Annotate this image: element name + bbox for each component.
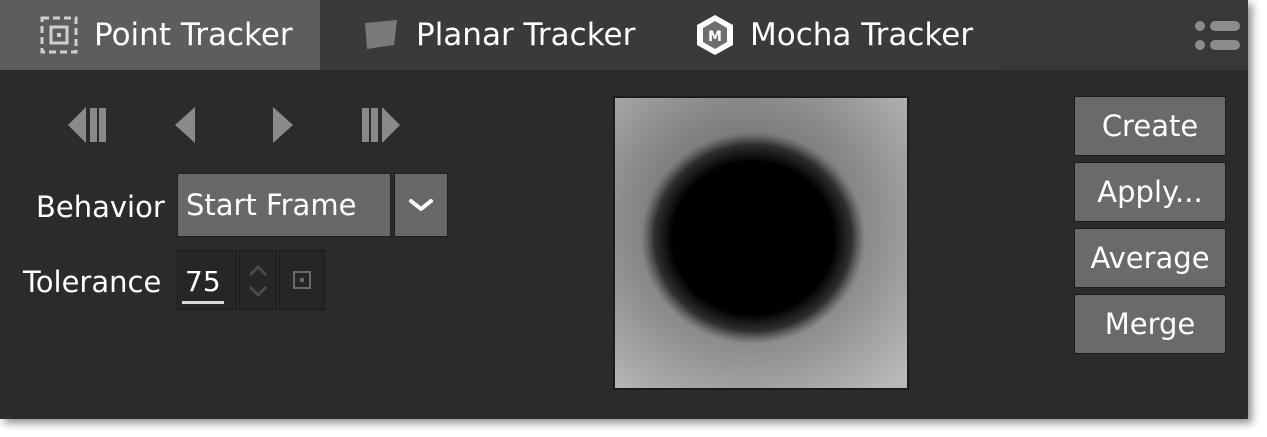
tolerance-reset-button[interactable] [279,250,325,310]
tab-mocha-tracker[interactable]: M Mocha Tracker [650,0,1000,70]
tab-label: Mocha Tracker [750,17,974,53]
play-forward-button[interactable] [256,100,312,150]
mocha-icon: M [694,14,736,56]
average-button[interactable]: Average [1074,228,1226,288]
spinner-arrows-icon [248,264,268,298]
play-backward-icon [175,107,195,143]
tab-planar-tracker[interactable]: Planar Tracker [320,0,650,70]
panel-menu-icon[interactable] [1190,14,1244,60]
tolerance-input[interactable]: 75 [177,250,237,310]
tab-label: Point Tracker [94,17,293,53]
create-label: Create [1101,109,1199,143]
play-backward-button[interactable] [156,100,212,150]
step-back-icon [68,107,106,143]
target-icon [293,271,311,289]
svg-text:M: M [708,29,722,45]
behavior-label: Behavior [36,190,165,224]
point-tracker-icon [38,14,80,56]
tolerance-spinner[interactable] [239,250,277,310]
behavior-dropdown-arrow[interactable] [394,173,448,237]
average-label: Average [1090,241,1210,275]
point-tracker-panel: Point Tracker Planar Tracker M Mocha Tra… [0,0,1248,419]
tracker-preview [613,96,909,390]
apply-button[interactable]: Apply... [1074,162,1226,222]
merge-label: Merge [1104,307,1196,341]
step-back-button[interactable] [58,100,114,150]
tolerance-underline [182,301,224,304]
apply-label: Apply... [1097,175,1203,209]
tab-point-tracker[interactable]: Point Tracker [0,0,320,70]
tab-bar: Point Tracker Planar Tracker M Mocha Tra… [0,0,1248,70]
planar-tracker-icon [360,14,402,56]
tracker-preview-image [615,98,907,388]
tolerance-value: 75 [185,265,221,298]
tolerance-label: Tolerance [23,265,162,299]
step-forward-icon [362,107,400,143]
step-forward-button[interactable] [354,100,410,150]
create-button[interactable]: Create [1074,96,1226,156]
play-forward-icon [273,107,293,143]
chevron-down-icon [409,199,433,211]
behavior-dropdown[interactable]: Start Frame [177,173,391,237]
behavior-value: Start Frame [186,188,357,222]
merge-button[interactable]: Merge [1074,294,1226,354]
tab-label: Planar Tracker [416,17,636,53]
